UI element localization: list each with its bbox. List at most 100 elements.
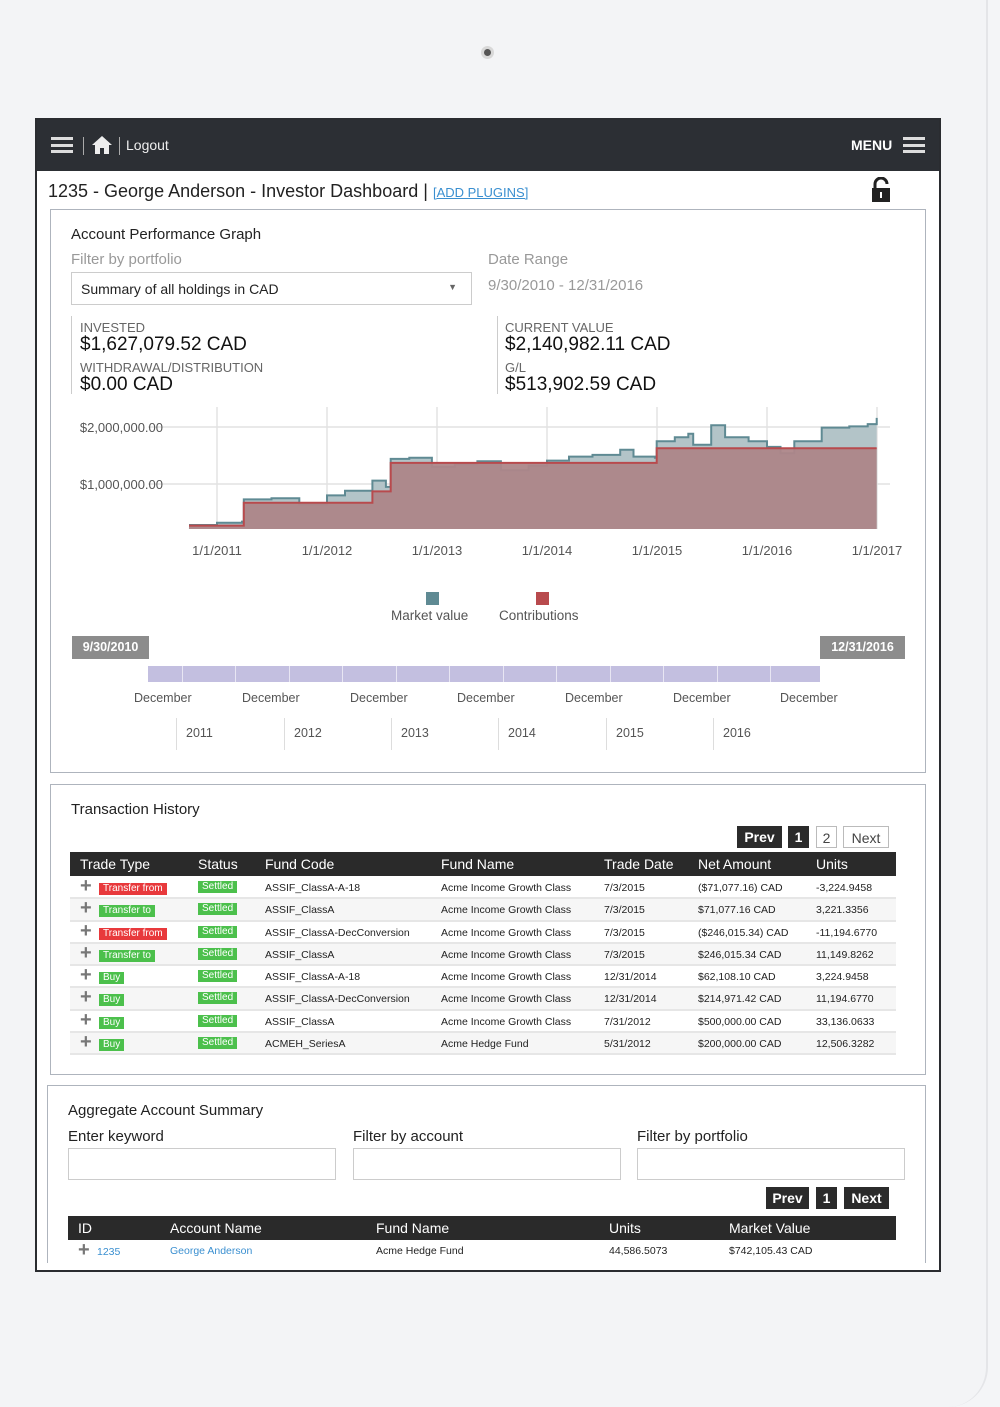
- table-row[interactable]: + Transfer to Settled ASSIF_ClassA Acme In…: [70, 943, 896, 967]
- aggregate-table-header: ID Account Name Fund Name Units Market V…: [68, 1216, 896, 1240]
- col-account-name[interactable]: Account Name: [170, 1220, 262, 1236]
- col-units[interactable]: Units: [816, 856, 848, 872]
- legend-market-value[interactable]: Market value: [391, 608, 468, 623]
- account-filter-input[interactable]: [353, 1148, 621, 1180]
- portfolio-filter-input[interactable]: [637, 1148, 905, 1180]
- aggregate-title: Aggregate Account Summary: [68, 1102, 264, 1119]
- cell-code: ASSIF_ClassA: [265, 1015, 335, 1028]
- aggregate-next-button[interactable]: Next: [844, 1187, 889, 1209]
- cell-code: ACMEH_SeriesA: [265, 1038, 346, 1051]
- slider-start-handle[interactable]: 9/30/2010: [72, 636, 149, 659]
- table-row[interactable]: + Buy Settled ACMEH_SeriesA Acme Hedge Fun…: [70, 1032, 896, 1056]
- slider-month-label: December: [565, 691, 623, 705]
- slider-segment-divider: [235, 666, 236, 682]
- cell-fund: Acme Income Growth Class: [441, 948, 572, 961]
- table-row[interactable]: + Buy Settled ASSIF_ClassA Acme Income Gro…: [70, 1010, 896, 1034]
- expand-icon[interactable]: +: [80, 987, 92, 1007]
- slider-year-label: 2015: [616, 726, 644, 740]
- next-button[interactable]: Next: [843, 826, 889, 848]
- table-row[interactable]: + Transfer to Settled ASSIF_ClassA Acme In…: [70, 898, 896, 922]
- cell-fund: Acme Income Growth Class: [441, 882, 572, 894]
- cell-date: 12/31/2014: [604, 993, 657, 1006]
- slider-tick: [498, 718, 499, 750]
- status-badge: Settled: [198, 925, 238, 938]
- account-id-link[interactable]: 1235: [97, 1246, 120, 1258]
- col-fund-code[interactable]: Fund Code: [265, 856, 334, 872]
- units: 44,586.5073: [609, 1245, 668, 1257]
- cell-fund: Acme Income Growth Class: [441, 993, 572, 1006]
- legend-swatch-contributions: [536, 592, 549, 605]
- date-range-slider[interactable]: [148, 666, 820, 682]
- expand-icon[interactable]: +: [80, 965, 92, 985]
- cell-code: ASSIF_ClassA: [265, 948, 335, 961]
- y-tick-label: $2,000,000.00: [80, 420, 163, 435]
- cell-date: 7/31/2012: [604, 1015, 651, 1028]
- aggregate-page-1-button[interactable]: 1: [816, 1187, 837, 1209]
- cell-fund: Acme Income Growth Class: [441, 1015, 572, 1028]
- col-status[interactable]: Status: [198, 856, 238, 872]
- status-badge: Settled: [198, 1037, 238, 1050]
- page-2-button[interactable]: 2: [816, 826, 837, 848]
- slider-segment-divider: [716, 666, 718, 682]
- cell-net: $500,000.00 CAD: [698, 1015, 782, 1028]
- page-1-button[interactable]: 1: [788, 826, 809, 848]
- transaction-table-header: Trade Type Status Fund Code Fund Name Tr…: [70, 852, 896, 876]
- slider-month-label: December: [780, 691, 838, 705]
- table-row[interactable]: + Buy Settled ASSIF_ClassA-DecConversion A…: [70, 987, 896, 1011]
- status-badge: Settled: [198, 947, 238, 960]
- keyword-input[interactable]: [68, 1148, 336, 1180]
- col-net-amount[interactable]: Net Amount: [698, 856, 771, 872]
- expand-icon[interactable]: +: [80, 876, 92, 896]
- cell-code: ASSIF_ClassA-A-18: [265, 882, 361, 894]
- slider-segment-divider: [502, 666, 504, 682]
- expand-icon[interactable]: +: [80, 1010, 92, 1030]
- cell-units: 11,149.8262: [816, 948, 874, 961]
- cell-net: $62,108.10 CAD: [698, 971, 776, 984]
- slider-end-handle[interactable]: 12/31/2016: [820, 636, 905, 659]
- account-name-link[interactable]: George Anderson: [170, 1245, 252, 1257]
- cell-net: $214,971.42 CAD: [698, 993, 782, 1006]
- x-tick-label: 1/1/2016: [742, 543, 793, 558]
- expand-icon[interactable]: +: [80, 921, 92, 941]
- expand-icon[interactable]: +: [80, 898, 92, 918]
- cell-fund: Acme Income Growth Class: [441, 971, 572, 984]
- aggregate-prev-button[interactable]: Prev: [766, 1187, 809, 1209]
- slider-month-label: December: [134, 691, 192, 705]
- legend-contributions[interactable]: Contributions: [499, 608, 579, 623]
- cell-units: 11,194.6770: [816, 993, 874, 1006]
- col-trade-date[interactable]: Trade Date: [604, 856, 674, 872]
- table-row[interactable]: + Transfer from Settled ASSIF_ClassA-DecC…: [70, 921, 896, 944]
- col-fund-name[interactable]: Fund Name: [376, 1220, 449, 1236]
- prev-button[interactable]: Prev: [737, 826, 782, 848]
- slider-month-label: December: [673, 691, 731, 705]
- slider-year-label: 2012: [294, 726, 322, 740]
- y-tick-label: $1,000,000.00: [80, 477, 163, 492]
- cell-net: ($71,077.16) CAD: [698, 882, 783, 894]
- cell-code: ASSIF_ClassA-DecConversion: [265, 993, 410, 1006]
- col-fund-name[interactable]: Fund Name: [441, 856, 514, 872]
- cell-date: 7/3/2015: [604, 904, 645, 917]
- cell-fund: Acme Hedge Fund: [441, 1038, 529, 1051]
- slider-segment-divider: [342, 666, 343, 682]
- x-tick-label: 1/1/2015: [632, 543, 683, 558]
- expand-icon[interactable]: +: [78, 1240, 90, 1260]
- status-badge: Settled: [198, 992, 238, 1005]
- portfolio-filter-label: Filter by portfolio: [637, 1128, 748, 1145]
- transaction-table-body: + Transfer from Settled ASSIF_ClassA-A-18…: [70, 876, 896, 1056]
- table-row[interactable]: + Transfer from Settled ASSIF_ClassA-A-18…: [70, 876, 896, 900]
- expand-icon[interactable]: +: [80, 943, 92, 963]
- status-badge: Settled: [198, 881, 238, 893]
- cell-net: ($246,015.34) CAD: [698, 926, 789, 939]
- cell-units: 3,224.9458: [816, 971, 869, 984]
- col-id[interactable]: ID: [78, 1220, 92, 1236]
- cell-date: 12/31/2014: [604, 971, 657, 984]
- col-units[interactable]: Units: [609, 1220, 641, 1236]
- slider-tick: [391, 718, 392, 750]
- trade-type-badge: Buy: [99, 1016, 125, 1029]
- col-trade-type[interactable]: Trade Type: [80, 856, 150, 872]
- expand-icon[interactable]: +: [80, 1032, 92, 1052]
- col-market-value[interactable]: Market Value: [729, 1220, 810, 1236]
- table-row[interactable]: + Buy Settled ASSIF_ClassA-A-18 Acme Incom…: [70, 965, 896, 989]
- cell-date: 7/3/2015: [604, 882, 645, 894]
- cell-code: ASSIF_ClassA: [265, 904, 335, 917]
